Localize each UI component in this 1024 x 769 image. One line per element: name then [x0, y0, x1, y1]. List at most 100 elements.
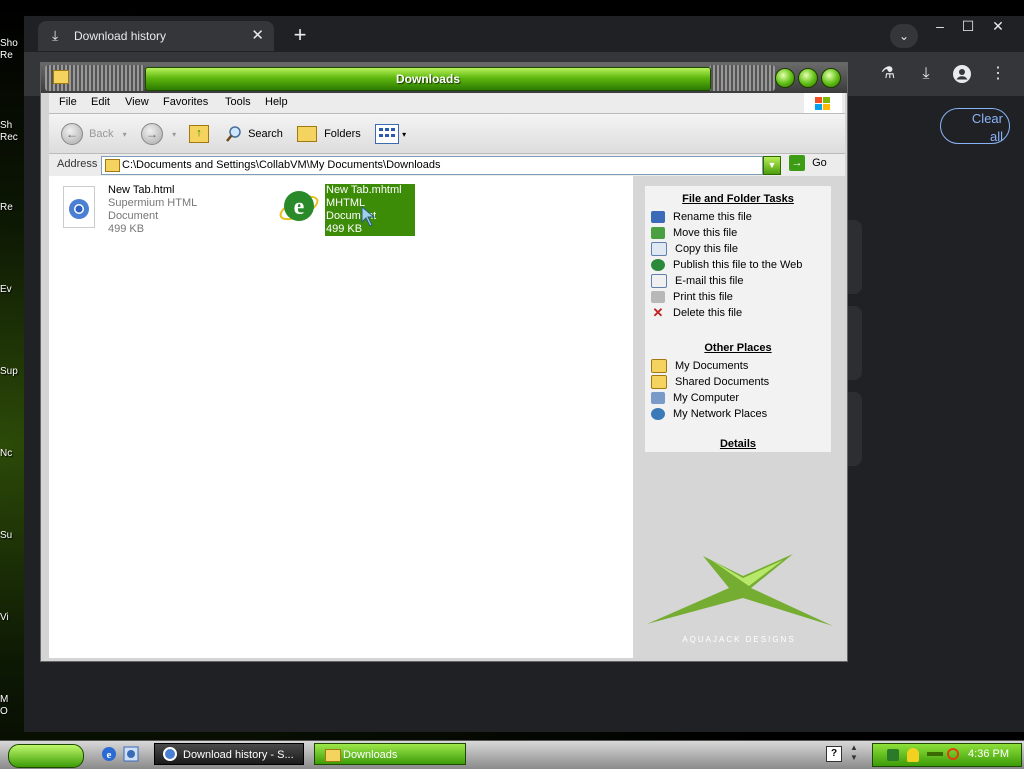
up-folder-button[interactable]: ↑	[189, 123, 209, 145]
address-bar: Address C:\Documents and Settings\Collab…	[49, 153, 845, 176]
folder-icon	[105, 159, 120, 172]
menu-help[interactable]: Help	[265, 96, 288, 108]
search-label: Search	[248, 128, 283, 140]
aquajack-x-logo: AQUAJACK DESIGNS	[633, 536, 845, 646]
globe-icon	[651, 259, 665, 272]
desktop-icon-label[interactable]: Su	[0, 530, 24, 542]
supermium-file-icon	[63, 186, 95, 228]
menu-tools[interactable]: Tools	[225, 96, 251, 108]
go-label: Go	[812, 156, 827, 169]
title-grip	[709, 65, 775, 91]
menu-view[interactable]: View	[125, 96, 149, 108]
up-folder-icon: ↑	[189, 125, 209, 144]
desktop-icon-label[interactable]: MO	[0, 694, 24, 718]
task-label: Publish this file to the Web	[673, 259, 803, 271]
task-move[interactable]: Move this file	[651, 226, 737, 240]
downloads-icon[interactable]: ⤓	[914, 62, 938, 86]
task-pane: File and Folder Tasks Rename this file M…	[633, 176, 845, 658]
menu-edit[interactable]: Edit	[91, 96, 110, 108]
file-name: New Tab.mhtml	[326, 184, 402, 196]
views-icon	[375, 124, 399, 145]
svg-text:e: e	[294, 194, 305, 220]
close-button[interactable]	[821, 68, 841, 88]
taskbar-app-download-history[interactable]: Download history - S...	[154, 743, 304, 765]
file-size: 499 KB	[108, 223, 145, 235]
flask-icon[interactable]: ⚗	[876, 62, 900, 86]
views-button[interactable]: ▾	[375, 123, 406, 145]
taskbar-app-downloads[interactable]: Downloads	[314, 743, 466, 765]
desktop-icon-label[interactable]: Sup	[0, 366, 24, 378]
place-shared-documents[interactable]: Shared Documents	[651, 375, 769, 390]
file-item[interactable]: New Tab.html Supermium HTML Document 499…	[59, 182, 249, 235]
tray-icon[interactable]	[927, 752, 943, 756]
details-heading[interactable]: Details	[645, 438, 831, 450]
chevron-down-icon: ⌄	[898, 29, 910, 43]
minimize-button[interactable]	[775, 68, 795, 88]
printer-icon	[651, 291, 665, 304]
task-rename[interactable]: Rename this file	[651, 210, 752, 224]
forward-button[interactable]: → ▾	[141, 123, 176, 146]
ie-quicklaunch-icon[interactable]: e	[100, 745, 118, 763]
tab-download-history[interactable]: ⤓ Download history ✕	[38, 21, 274, 51]
search-tray-icon[interactable]	[947, 748, 959, 760]
place-my-documents[interactable]: My Documents	[651, 359, 749, 374]
task-publish[interactable]: Publish this file to the Web	[651, 258, 802, 272]
maximize-button[interactable]	[798, 68, 818, 88]
task-print[interactable]: Print this file	[651, 290, 733, 304]
place-network[interactable]: My Network Places	[651, 407, 767, 421]
tray-scroll-icon[interactable]: ▲ ▼	[850, 743, 860, 765]
desktop-icon-label[interactable]: Sho Re	[0, 38, 24, 62]
go-button[interactable]: → Go	[789, 155, 829, 175]
place-my-computer[interactable]: My Computer	[651, 391, 739, 405]
task-delete[interactable]: ✕ Delete this file	[651, 306, 743, 320]
download-card	[848, 220, 862, 294]
explorer-quicklaunch-icon[interactable]	[122, 745, 140, 763]
maximize-button[interactable]: ☐	[952, 16, 984, 36]
desktop-icon-label[interactable]: Vi	[0, 612, 24, 624]
task-copy[interactable]: Copy this file	[651, 242, 738, 257]
folder-icon	[651, 375, 667, 390]
security-shield-icon[interactable]	[907, 748, 919, 762]
folder-icon	[325, 749, 341, 762]
menu-file[interactable]: File	[59, 96, 77, 108]
new-tab-button[interactable]: +	[286, 22, 314, 50]
network-icon[interactable]	[887, 749, 899, 761]
search-button[interactable]: Search	[225, 123, 283, 145]
start-button[interactable]	[8, 744, 84, 768]
place-label: My Network Places	[673, 408, 768, 420]
task-label: Rename this file	[673, 211, 752, 223]
taskbar-app-label: Download history - S...	[183, 749, 294, 761]
folders-button[interactable]: Folders	[297, 123, 361, 145]
rename-icon	[651, 211, 665, 224]
other-places-heading[interactable]: Other Places	[645, 342, 831, 354]
title-bar[interactable]: Downloads	[41, 63, 847, 93]
menu-favorites[interactable]: Favorites	[163, 96, 208, 108]
help-icon[interactable]: ?	[826, 746, 842, 762]
clock[interactable]: 4:36 PM	[968, 748, 1009, 760]
address-dropdown-button[interactable]: ▼	[763, 156, 781, 175]
clear-all-button[interactable]: Clear all	[940, 108, 1010, 144]
title-bar-fill: Downloads	[145, 67, 711, 91]
address-input[interactable]: C:\Documents and Settings\CollabVM\My Do…	[101, 156, 763, 175]
close-window-button[interactable]: ✕	[982, 16, 1014, 36]
task-email[interactable]: E-mail this file	[651, 274, 743, 289]
profile-icon[interactable]	[950, 62, 974, 86]
desktop-icon-label[interactable]: Re	[0, 202, 24, 214]
desktop-icon-label[interactable]: Sh Rec	[0, 120, 24, 144]
place-label: My Documents	[675, 360, 749, 372]
dropdown-arrow-icon: ▾	[122, 130, 127, 139]
explorer-window: Downloads File Edit View Favorites Tools…	[40, 62, 848, 662]
desktop-icon-label[interactable]: Ev	[0, 284, 24, 296]
desktop-icon-label[interactable]: Nc	[0, 448, 24, 460]
file-item-selected[interactable]: e New Tab.mhtml MHTML Document 499 KB	[275, 182, 415, 236]
task-label: Copy this file	[675, 243, 738, 255]
tab-search-button[interactable]: ⌄	[890, 24, 918, 48]
back-button[interactable]: ← Back ▾	[61, 123, 127, 146]
copy-icon	[651, 242, 667, 257]
file-folder-tasks-heading[interactable]: File and Folder Tasks	[645, 193, 831, 205]
menu-kebab-icon[interactable]: ⋮	[986, 62, 1010, 86]
clear-all-label: Clear	[971, 111, 1003, 126]
logo-text: AQUAJACK DESIGNS	[682, 635, 795, 644]
tab-close-button[interactable]: ✕	[251, 26, 264, 44]
ie-icon: e	[277, 184, 321, 228]
